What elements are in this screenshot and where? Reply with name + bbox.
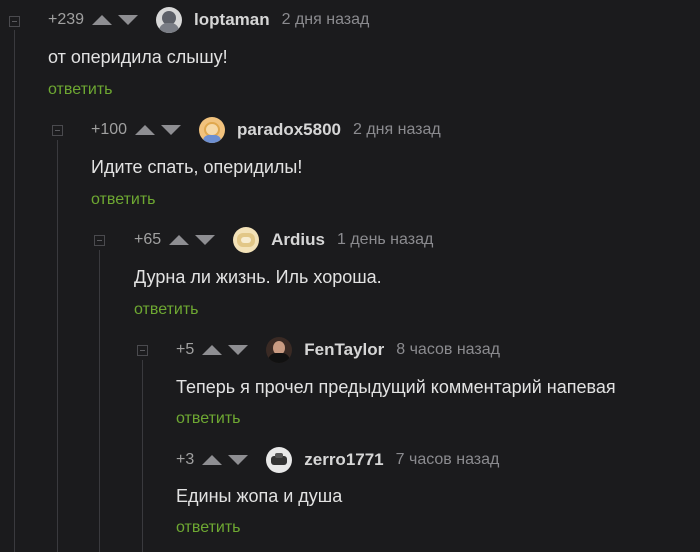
comment-time[interactable]: 8 часов назад — [396, 341, 500, 359]
collapse-toggle[interactable] — [52, 125, 63, 136]
comment-header: +100 paradox5800 2 дня назад — [91, 117, 441, 143]
comment-username[interactable]: loptaman — [194, 10, 270, 30]
comment-time[interactable]: 7 часов назад — [396, 451, 500, 469]
user-avatar-icon[interactable] — [266, 337, 293, 363]
comment-header: +5 FenTaylor 8 часов назад — [176, 337, 500, 363]
upvote-icon[interactable] — [169, 235, 190, 245]
user-avatar-icon[interactable] — [199, 117, 226, 143]
comment-text: Едины жопа и душа — [176, 486, 343, 506]
comment-thread: +239 loptaman 2 дня назад от оперидила с… — [0, 0, 700, 552]
comment-header: +65 Ardius 1 день назад — [134, 227, 433, 253]
comment-rating: +3 — [176, 451, 195, 468]
comment-username[interactable]: Ardius — [271, 230, 325, 250]
comment-text: Теперь я прочел предыдущий комментарий н… — [176, 377, 616, 397]
upvote-icon[interactable] — [135, 125, 156, 135]
downvote-icon[interactable] — [228, 455, 249, 465]
upvote-icon[interactable] — [202, 455, 223, 465]
collapse-toggle[interactable] — [137, 345, 148, 356]
comment-text: Дурна ли жизнь. Иль хороша. — [134, 267, 382, 287]
comment-header: +3 zerro1771 7 часов назад — [176, 447, 500, 473]
upvote-icon[interactable] — [92, 15, 113, 25]
comment-time[interactable]: 2 дня назад — [282, 11, 370, 29]
upvote-icon[interactable] — [202, 345, 223, 355]
comment-rating: +65 — [134, 231, 162, 248]
user-avatar-icon[interactable] — [233, 227, 260, 253]
comment-time[interactable]: 2 дня назад — [353, 121, 441, 139]
reply-link[interactable]: ответить — [91, 191, 156, 209]
comment-rating: +239 — [48, 11, 85, 28]
user-avatar-icon[interactable] — [266, 447, 293, 473]
user-avatar-icon[interactable] — [156, 7, 183, 33]
downvote-icon[interactable] — [161, 125, 182, 135]
downvote-icon[interactable] — [195, 235, 216, 245]
reply-link[interactable]: ответить — [176, 519, 241, 537]
downvote-icon[interactable] — [228, 345, 249, 355]
comment-text: от оперидила слышу! — [48, 47, 228, 67]
comment-time[interactable]: 1 день назад — [337, 231, 433, 249]
reply-link[interactable]: ответить — [176, 410, 241, 428]
comment-username[interactable]: paradox5800 — [237, 120, 341, 140]
comment-username[interactable]: FenTaylor — [304, 340, 384, 360]
comment-text: Идите спать, оперидилы! — [91, 157, 303, 177]
comment-header: +239 loptaman 2 дня назад — [48, 7, 370, 33]
reply-link[interactable]: ответить — [134, 301, 199, 319]
collapse-toggle[interactable] — [94, 235, 105, 246]
downvote-icon[interactable] — [118, 15, 139, 25]
comment-rating: +100 — [91, 121, 128, 138]
thread-line-level-3[interactable] — [142, 360, 143, 552]
comment-username[interactable]: zerro1771 — [304, 450, 383, 470]
thread-line-level-1[interactable] — [57, 140, 58, 552]
thread-line-level-0[interactable] — [14, 30, 15, 552]
comment-rating: +5 — [176, 341, 195, 358]
thread-line-level-2[interactable] — [99, 250, 100, 552]
collapse-toggle[interactable] — [9, 16, 20, 27]
reply-link[interactable]: ответить — [48, 81, 113, 99]
